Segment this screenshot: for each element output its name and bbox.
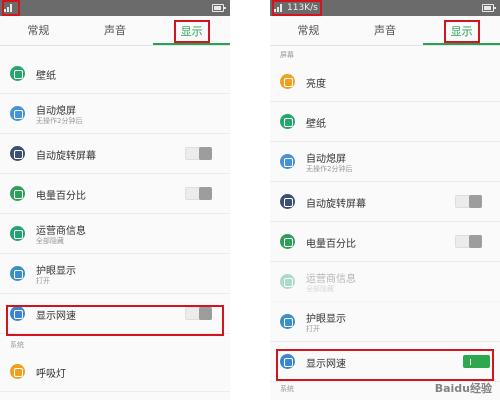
tab-display[interactable]: 显示 xyxy=(423,16,500,45)
row-sublabel: 无操作2分钟后 xyxy=(36,117,83,125)
settings-list: 亮度 壁纸 自动熄屏 无操作2分钟后 自动旋转屏幕 电量百分比 运营商信息 全部隐藏 护眼显示打… xyxy=(270,62,500,382)
toggle-switch[interactable] xyxy=(185,147,212,160)
battery-icon xyxy=(280,234,295,249)
settings-row[interactable]: 显示网速 xyxy=(0,294,230,334)
row-label: 壁纸 xyxy=(306,119,326,130)
tab-sound[interactable]: 声音 xyxy=(347,16,424,45)
row-label: 显示网速 xyxy=(36,311,76,322)
watermark: Baidu经验 xyxy=(434,382,492,395)
screen-timeout-icon xyxy=(280,154,295,169)
eye-care-icon xyxy=(280,314,295,329)
brightness-icon xyxy=(280,74,295,89)
row-label: 自动熄屏 xyxy=(306,154,346,165)
left-phone-screen: 常规 声音 显示 壁纸自动熄屏 无操作2分钟后自动旋转屏幕 电量百分比运营商信息 全部… xyxy=(0,0,230,400)
row-label: 自动旋转屏幕 xyxy=(36,151,96,162)
row-label: 呼吸灯 xyxy=(36,369,66,380)
breathing-light-icon xyxy=(10,364,25,379)
settings-row[interactable]: 自动旋转屏幕 xyxy=(0,134,230,174)
row-label: 亮度 xyxy=(306,79,326,90)
settings-tabs: 常规 声音 显示 xyxy=(270,16,500,46)
carrier-icon xyxy=(10,226,25,241)
row-label: 电量百分比 xyxy=(36,191,86,202)
settings-row[interactable]: 电量百分比 xyxy=(270,222,500,262)
settings-row[interactable]: 显示网速 xyxy=(270,342,500,382)
row-sublabel: 全部隐藏 xyxy=(36,237,64,245)
settings-row[interactable]: 自动熄屏 无操作2分钟后 xyxy=(270,142,500,182)
tab-general[interactable]: 常规 xyxy=(270,16,347,45)
toggle-switch[interactable] xyxy=(185,307,212,320)
carrier-icon xyxy=(280,274,295,289)
settings-row-breathing-light[interactable]: 呼吸灯 xyxy=(0,352,230,392)
settings-row[interactable]: 护眼显示 打开 xyxy=(0,254,230,294)
settings-tabs: 常规 声音 显示 xyxy=(0,16,230,46)
settings-list: 壁纸 自动熄屏 无操作2分钟后 自动旋转屏幕 电量百分比 运营商信息 全部隐藏 护眼显示 打开显… xyxy=(0,46,230,334)
row-sublabel: 打开 xyxy=(36,277,50,285)
highlight-box xyxy=(2,0,20,16)
toggle-switch[interactable] xyxy=(463,355,490,368)
settings-row[interactable]: 亮度 xyxy=(270,62,500,102)
toggle-switch[interactable] xyxy=(455,235,482,248)
row-label: 显示网速 xyxy=(306,359,346,370)
tab-general[interactable]: 常规 xyxy=(0,16,77,45)
row-label: 运营商信息 xyxy=(36,226,86,237)
status-bar xyxy=(0,0,230,16)
row-sublabel: 全部隐藏 xyxy=(306,285,334,293)
section-label-system: 系统 xyxy=(10,341,24,349)
settings-row[interactable]: 运营商信息 全部隐藏 xyxy=(270,262,500,302)
settings-row[interactable]: 自动熄屏 无操作2分钟后 xyxy=(0,94,230,134)
battery-status-icon xyxy=(482,4,496,12)
tab-display-label: 显示 xyxy=(443,20,480,43)
section-label-screen: 屏幕 xyxy=(280,51,294,59)
row-label: 自动旋转屏幕 xyxy=(306,199,366,210)
row-label: 护眼显示 xyxy=(306,314,346,325)
toggle-switch[interactable] xyxy=(455,195,482,208)
settings-row[interactable]: 护眼显示 打开 xyxy=(270,302,500,342)
row-label: 电量百分比 xyxy=(306,239,356,250)
net-speed-icon xyxy=(10,306,25,321)
battery-icon xyxy=(10,186,25,201)
rotate-icon xyxy=(280,194,295,209)
settings-row[interactable]: 电量百分比 xyxy=(0,174,230,214)
battery-status-icon xyxy=(212,4,226,12)
settings-row[interactable]: 自动旋转屏幕 xyxy=(270,182,500,222)
tab-sound[interactable]: 声音 xyxy=(77,16,154,45)
wallpaper-icon xyxy=(10,66,25,81)
tab-display-label: 显示 xyxy=(173,20,210,43)
row-sublabel: 打开 xyxy=(306,325,320,333)
right-phone-screen: 113K/s 常规 声音 显示 屏幕 亮度 壁纸 自动熄屏 无操作2分钟后 自动旋转屏幕… xyxy=(270,0,500,400)
toggle-switch[interactable] xyxy=(185,187,212,200)
row-label: 壁纸 xyxy=(36,71,56,82)
rotate-icon xyxy=(10,146,25,161)
net-speed-icon xyxy=(280,354,295,369)
highlight-box xyxy=(272,0,322,16)
tab-display[interactable]: 显示 xyxy=(153,16,230,45)
wallpaper-icon xyxy=(280,114,295,129)
settings-row[interactable]: 运营商信息 全部隐藏 xyxy=(0,214,230,254)
row-label: 运营商信息 xyxy=(306,274,356,285)
row-sublabel: 无操作2分钟后 xyxy=(306,165,353,173)
eye-care-icon xyxy=(10,266,25,281)
screen-timeout-icon xyxy=(10,106,25,121)
settings-row[interactable]: 壁纸 xyxy=(270,102,500,142)
settings-row[interactable]: 壁纸 xyxy=(0,54,230,94)
row-label: 自动熄屏 xyxy=(36,106,76,117)
row-label: 护眼显示 xyxy=(36,266,76,277)
